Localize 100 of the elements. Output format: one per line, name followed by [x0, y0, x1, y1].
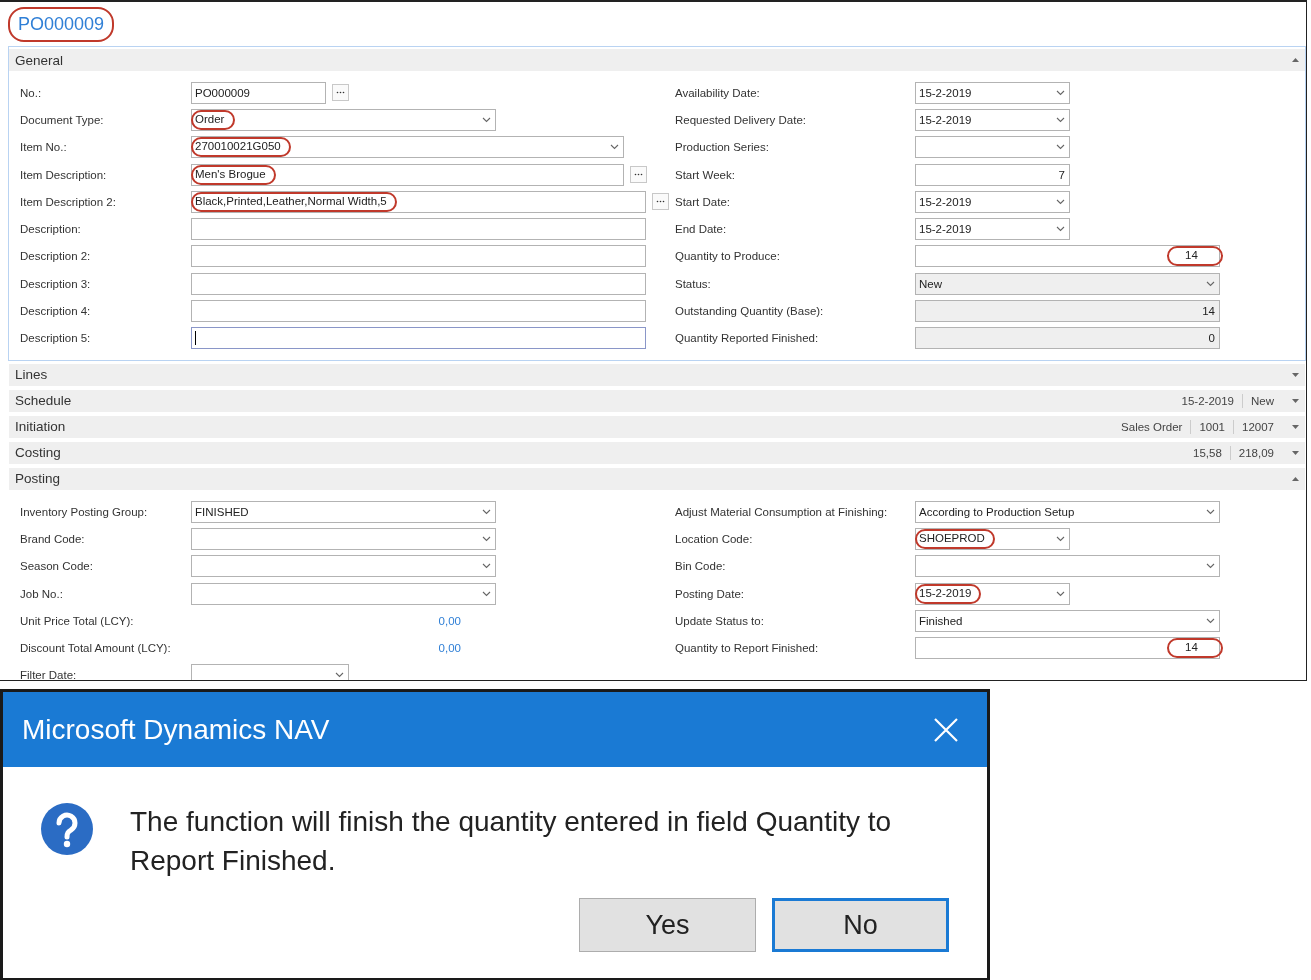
chevron-down-icon [482, 563, 491, 570]
field-label: Outstanding Quantity (Base): [674, 305, 825, 317]
summary-value: New [1251, 394, 1274, 407]
field-label: Description 2: [19, 250, 92, 263]
field-label: Job No.: [19, 587, 64, 600]
lookup-button[interactable] [630, 166, 647, 184]
amount-value[interactable]: 0,00 [191, 642, 461, 655]
chevron-down-icon [610, 144, 619, 151]
summary-value: 1001 [1199, 420, 1225, 433]
input-field[interactable]: 14 [915, 300, 1220, 322]
chevron-down-icon [482, 535, 491, 542]
field-label: Item No.: [19, 141, 68, 154]
page-title: PO000009 [8, 6, 115, 42]
chevron-down-icon [1056, 116, 1065, 123]
chevron-down-icon [1056, 89, 1065, 96]
dropdown-field[interactable]: FINISHED [191, 500, 496, 523]
dropdown-field[interactable] [191, 582, 496, 605]
dialog-button[interactable]: Yes [579, 898, 756, 952]
input-field[interactable] [191, 272, 646, 295]
section-header[interactable]: Initiation Sales Order 1001 12007 [9, 415, 1305, 438]
input-field[interactable] [191, 300, 646, 322]
lookup-button[interactable] [652, 193, 669, 211]
field-label: Posting Date: [674, 587, 746, 600]
field-label: Production Series: [674, 141, 770, 154]
dropdown-field[interactable]: 15-2-2019 [915, 108, 1070, 131]
field-label: Unit Price Total (LCY): [19, 614, 135, 627]
chevron-down-icon [1056, 590, 1065, 597]
section-header[interactable]: Lines [9, 363, 1305, 386]
chevron-down-icon [1206, 563, 1215, 570]
section-header[interactable]: Costing 15,58 218,09 [9, 441, 1305, 464]
section-title: Posting [15, 471, 62, 487]
field-label: Description 3: [19, 277, 92, 290]
dropdown-field[interactable]: 15-2-2019 [915, 218, 1070, 241]
section-header[interactable]: General [9, 49, 1305, 71]
dropdown-field[interactable] [191, 527, 496, 550]
input-field[interactable]: Men's Brogue [191, 163, 624, 186]
field-label: Status: [674, 277, 712, 290]
input-field[interactable] [191, 327, 646, 350]
summary-value: 15-2-2019 [1181, 394, 1234, 407]
field-label: Description 4: [19, 305, 92, 317]
dialog-message: The function will finish the quantity entered in field Quantity to Report Finished. [130, 805, 893, 878]
section-title: Costing [15, 445, 62, 461]
input-field[interactable]: Black,Printed,Leather,Normal Width,5 [191, 190, 646, 213]
field-label: Inventory Posting Group: [19, 505, 149, 518]
dialog-button[interactable]: No [772, 898, 949, 952]
input-field[interactable] [191, 245, 646, 268]
field-label: Update Status to: [674, 614, 765, 627]
ellipsis-icon [336, 91, 345, 95]
amount-value[interactable]: 0,00 [191, 614, 461, 627]
dropdown-field[interactable] [915, 136, 1070, 159]
chevron-down-icon [1292, 424, 1299, 429]
ellipsis-icon [656, 200, 665, 204]
dropdown-field[interactable] [915, 555, 1220, 578]
input-field[interactable]: 7 [915, 163, 1070, 186]
chevron-up-icon [1292, 476, 1299, 481]
chevron-down-icon [335, 672, 344, 679]
chevron-down-icon [1056, 226, 1065, 233]
input-field[interactable]: 14 [915, 245, 1220, 268]
field-label: Adjust Material Consumption at Finishing: [674, 505, 889, 518]
chevron-down-icon [482, 590, 491, 597]
dropdown-field[interactable] [191, 555, 496, 578]
field-label: Item Description: [19, 168, 108, 181]
field-label: Start Date: [674, 195, 731, 208]
chevron-down-icon [1292, 372, 1299, 377]
input-field[interactable]: 0 [915, 327, 1220, 350]
field-label: Description 5: [19, 332, 92, 345]
dialog-title: Microsoft Dynamics NAV [22, 713, 331, 746]
dropdown-field[interactable]: 15-2-2019 [915, 582, 1070, 605]
dropdown-field[interactable]: SHOEPROD [915, 527, 1070, 550]
summary-value: Sales Order [1121, 420, 1183, 433]
field-label: Quantity to Report Finished: [674, 642, 820, 655]
input-field[interactable] [191, 218, 646, 241]
input-field[interactable]: 14 [915, 637, 1220, 660]
section-title: Schedule [15, 393, 73, 409]
section-header[interactable]: Schedule 15-2-2019 New [9, 389, 1305, 412]
lookup-button[interactable] [332, 84, 349, 102]
section-title: Lines [15, 367, 49, 383]
dropdown-field[interactable]: Order [191, 108, 496, 131]
ellipsis-icon [634, 173, 643, 177]
dropdown-field[interactable]: According to Production Setup [915, 500, 1220, 523]
input-field[interactable]: PO000009 [191, 81, 326, 104]
dropdown-field[interactable]: New [915, 272, 1220, 295]
summary-value: 15,58 [1193, 446, 1222, 459]
field-label: End Date: [674, 223, 728, 236]
field-label: Brand Code: [19, 532, 86, 545]
dropdown-field[interactable] [191, 664, 349, 680]
dropdown-field[interactable]: Finished [915, 609, 1220, 632]
field-label: Bin Code: [674, 560, 727, 573]
chevron-down-icon [1206, 280, 1215, 287]
close-icon[interactable] [933, 716, 959, 743]
chevron-up-icon [1292, 58, 1299, 62]
dropdown-field[interactable]: 15-2-2019 [915, 190, 1070, 213]
summary-value: 218,09 [1238, 446, 1274, 459]
dropdown-field[interactable]: 15-2-2019 [915, 81, 1070, 104]
field-label: No.: [19, 86, 43, 99]
field-label: Document Type: [19, 113, 105, 126]
field-label: Filter Date: [19, 669, 78, 680]
section-title: Initiation [15, 419, 67, 435]
dropdown-field[interactable]: 270010021G050 [191, 136, 624, 159]
section-header[interactable]: Posting [9, 467, 1305, 490]
